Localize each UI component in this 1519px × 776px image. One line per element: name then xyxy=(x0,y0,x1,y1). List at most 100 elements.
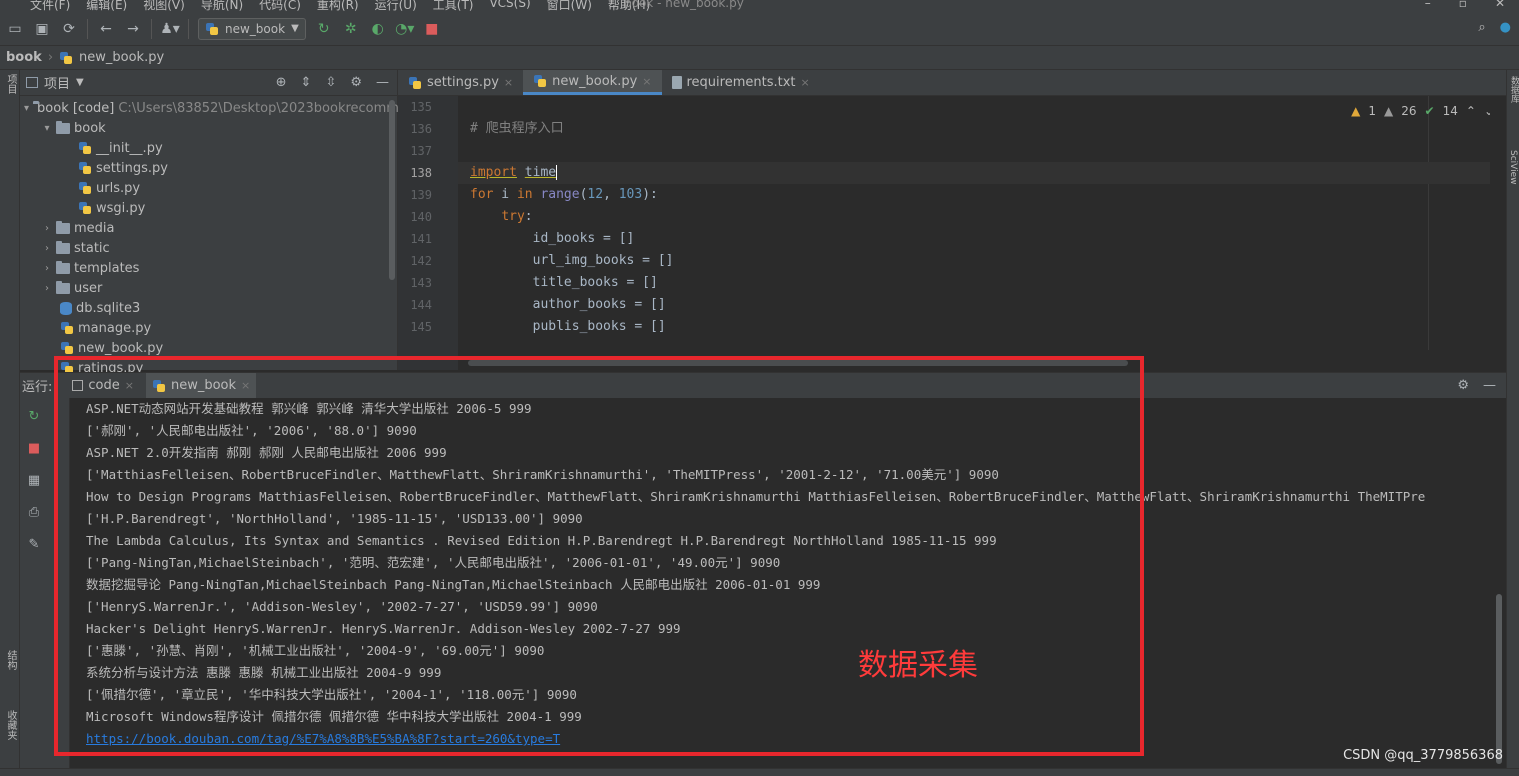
tree-root[interactable]: ▾ book [code] C:\Users\83852\Desktop\202… xyxy=(20,98,407,118)
breadcrumb-project[interactable]: book xyxy=(6,50,42,65)
debug-icon[interactable]: ✲ xyxy=(342,20,360,38)
menu-item[interactable]: 导航(N) xyxy=(201,0,243,12)
project-tool-button[interactable]: 项目 xyxy=(3,74,18,94)
tree-item-label: settings.py xyxy=(96,160,168,176)
python-file-icon xyxy=(60,341,74,355)
maximize-icon[interactable]: ▫ xyxy=(1459,0,1467,10)
tree-item-label: manage.py xyxy=(78,320,152,336)
hide-icon[interactable]: — xyxy=(1483,378,1496,393)
tree-item[interactable]: manage.py xyxy=(20,318,397,338)
editor-tab[interactable]: new_book.py × xyxy=(523,70,662,95)
run-configuration-label: new_book xyxy=(225,21,286,36)
menu-item[interactable]: 视图(V) xyxy=(143,0,185,12)
minimize-icon[interactable]: – xyxy=(1425,0,1431,10)
menu-item[interactable]: 重构(R) xyxy=(317,0,359,12)
tree-item[interactable]: ▾ book xyxy=(20,118,397,138)
console-line: ASP.NET动态网站开发基础教程 郭兴峰 郭兴峰 清华大学出版社 2006-5… xyxy=(86,401,532,416)
rerun-icon[interactable]: ↻ xyxy=(22,404,46,428)
menu-item[interactable]: 工具(T) xyxy=(433,0,474,12)
print-icon[interactable]: ⎙ xyxy=(22,500,46,524)
back-icon[interactable]: ← xyxy=(97,20,115,38)
coverage-icon[interactable]: ◐ xyxy=(369,20,387,38)
chevron-down-icon[interactable]: ▾ xyxy=(24,103,29,114)
chevron-right-icon[interactable]: › xyxy=(42,243,52,254)
run-tab[interactable]: new_book × xyxy=(145,372,257,399)
open-folder-icon[interactable]: ▭ xyxy=(6,20,24,38)
stop-icon[interactable]: ■ xyxy=(423,20,441,38)
editor-tab[interactable]: settings.py × xyxy=(398,70,523,95)
chevron-right-icon[interactable]: › xyxy=(42,223,52,234)
sciview-tool-button[interactable]: SciView xyxy=(1508,150,1518,185)
close-icon[interactable]: × xyxy=(642,75,651,88)
console-link[interactable]: https://book.douban.com/tag/%E7%A8%8B%E5… xyxy=(70,728,1506,750)
menu-item[interactable]: 代码(C) xyxy=(259,0,301,12)
error-stripe[interactable] xyxy=(1490,96,1506,370)
close-icon[interactable]: × xyxy=(241,379,250,392)
gear-icon[interactable]: ⚙ xyxy=(350,75,362,90)
chevron-right-icon[interactable]: › xyxy=(42,283,52,294)
close-icon[interactable]: × xyxy=(801,76,810,89)
expand-all-icon[interactable]: ⇕ xyxy=(301,75,312,90)
bookmarks-tool-button[interactable]: 收藏夹 xyxy=(3,710,18,740)
update-icon[interactable]: ● xyxy=(1500,20,1511,35)
pin-icon[interactable]: ✎ xyxy=(22,532,46,556)
user-icon[interactable]: ♟▾ xyxy=(160,20,180,38)
layout-icon[interactable]: ▦ xyxy=(22,468,46,492)
breadcrumb-file[interactable]: new_book.py xyxy=(79,50,164,65)
close-icon[interactable]: × xyxy=(125,379,134,392)
tree-item[interactable]: __init__.py xyxy=(20,138,397,158)
tree-item[interactable]: urls.py xyxy=(20,178,397,198)
run-configuration-select[interactable]: new_book ▼ xyxy=(198,17,306,40)
chevron-down-icon[interactable]: ▾ xyxy=(42,123,52,134)
tree-item[interactable]: › static xyxy=(20,238,397,258)
inspection-widget[interactable]: ▲ 1 ▲ 26 ✔ 14 ⌃ ⌄ xyxy=(1351,104,1494,118)
warning-icon: ▲ xyxy=(1351,104,1361,118)
code-area[interactable]: # 爬虫程序入口 import time for i in range(12, … xyxy=(458,96,1506,370)
menu-item[interactable]: VCS(S) xyxy=(489,0,530,12)
console-output[interactable]: ASP.NET动态网站开发基础教程 郭兴峰 郭兴峰 清华大学出版社 2006-5… xyxy=(70,398,1506,768)
menu-item[interactable]: 编辑(E) xyxy=(86,0,127,12)
sync-icon[interactable]: ⟳ xyxy=(60,20,78,38)
close-icon[interactable]: × xyxy=(504,76,513,89)
run-tab[interactable]: code × xyxy=(66,373,140,399)
save-all-icon[interactable]: ▣ xyxy=(33,20,51,38)
gear-icon[interactable]: ⚙ xyxy=(1457,378,1469,393)
tree-item-label: book xyxy=(74,120,106,136)
tree-item[interactable]: db.sqlite3 xyxy=(20,298,397,318)
collapse-all-icon[interactable]: ⇳ xyxy=(325,75,336,90)
locate-icon[interactable]: ⊕ xyxy=(276,75,287,90)
structure-tool-button[interactable]: 结构 xyxy=(3,650,18,670)
project-view-icon xyxy=(26,77,38,88)
chevron-down-icon[interactable]: ▼ xyxy=(76,77,84,88)
stop-icon[interactable]: ■ xyxy=(22,436,46,460)
project-panel-header: 项目 ▼ ⊕ ⇕ ⇳ ⚙ — xyxy=(20,70,397,96)
chevron-right-icon[interactable]: › xyxy=(42,263,52,274)
close-window-icon[interactable]: ✕ xyxy=(1495,0,1505,10)
editor-horizontal-scrollbar[interactable] xyxy=(468,360,1128,366)
profile-icon[interactable]: ◔▾ xyxy=(395,20,414,38)
menu-item[interactable]: 文件(F) xyxy=(30,0,70,12)
tree-item[interactable]: › templates xyxy=(20,258,397,278)
tree-item[interactable]: › media xyxy=(20,218,397,238)
console-scrollbar[interactable] xyxy=(1496,594,1502,764)
tree-item[interactable]: new_book.py xyxy=(20,338,397,358)
editor-tab[interactable]: requirements.txt × xyxy=(662,70,820,95)
chevron-up-icon[interactable]: ⌃ xyxy=(1466,104,1476,118)
editor: settings.py × new_book.py × requirements.txt… xyxy=(398,70,1506,370)
line-number: 137 xyxy=(410,144,432,158)
toolbar-separator xyxy=(151,18,152,39)
forward-icon[interactable]: → xyxy=(124,20,142,38)
menu-item[interactable]: 运行(U) xyxy=(375,0,417,12)
tree-item[interactable]: › user xyxy=(20,278,397,298)
tree-item[interactable]: settings.py xyxy=(20,158,397,178)
database-tool-button[interactable]: 数据库 xyxy=(1508,76,1519,103)
rerun-icon[interactable]: ↻ xyxy=(315,20,333,38)
tree-item[interactable]: wsgi.py xyxy=(20,198,397,218)
menu-item[interactable]: 窗口(W) xyxy=(547,0,592,12)
hide-icon[interactable]: — xyxy=(376,75,389,90)
project-scrollbar[interactable] xyxy=(389,100,395,280)
left-tool-strip: 项目 结构 收藏夹 xyxy=(0,70,20,776)
project-panel-title[interactable]: 项目 xyxy=(44,73,70,92)
breadcrumb-separator-icon: › xyxy=(47,50,54,65)
search-icon[interactable]: ⌕ xyxy=(1478,20,1485,35)
